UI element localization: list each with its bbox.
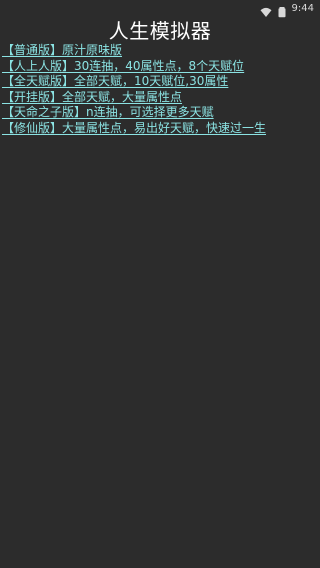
wifi-icon — [260, 3, 272, 17]
menu-item-all-talents[interactable]: 【全天赋版】全部天赋，10天赋位,30属性 — [2, 74, 318, 90]
menu-item-cultivation[interactable]: 【修仙版】大量属性点，易出好天赋，快速过一生 — [2, 121, 318, 137]
menu-item-cheat[interactable]: 【开挂版】全部天赋，大量属性点 — [2, 90, 318, 106]
menu-item-elite[interactable]: 【人上人版】30连抽，40属性点，8个天赋位 — [2, 59, 318, 75]
status-bar-right: 9:44 — [260, 2, 314, 17]
page-title: 人生模拟器 — [108, 19, 212, 43]
menu-item-chosen-one[interactable]: 【天命之子版】n连抽，可选择更多天赋 — [2, 105, 318, 121]
status-time: 9:44 — [291, 2, 314, 14]
status-bar: 9:44 — [0, 0, 320, 17]
version-menu: 【普通版】原汁原味版 【人上人版】30连抽，40属性点，8个天赋位 【全天赋版】… — [2, 43, 318, 136]
battery-icon — [276, 3, 288, 17]
menu-item-normal[interactable]: 【普通版】原汁原味版 — [2, 43, 318, 59]
